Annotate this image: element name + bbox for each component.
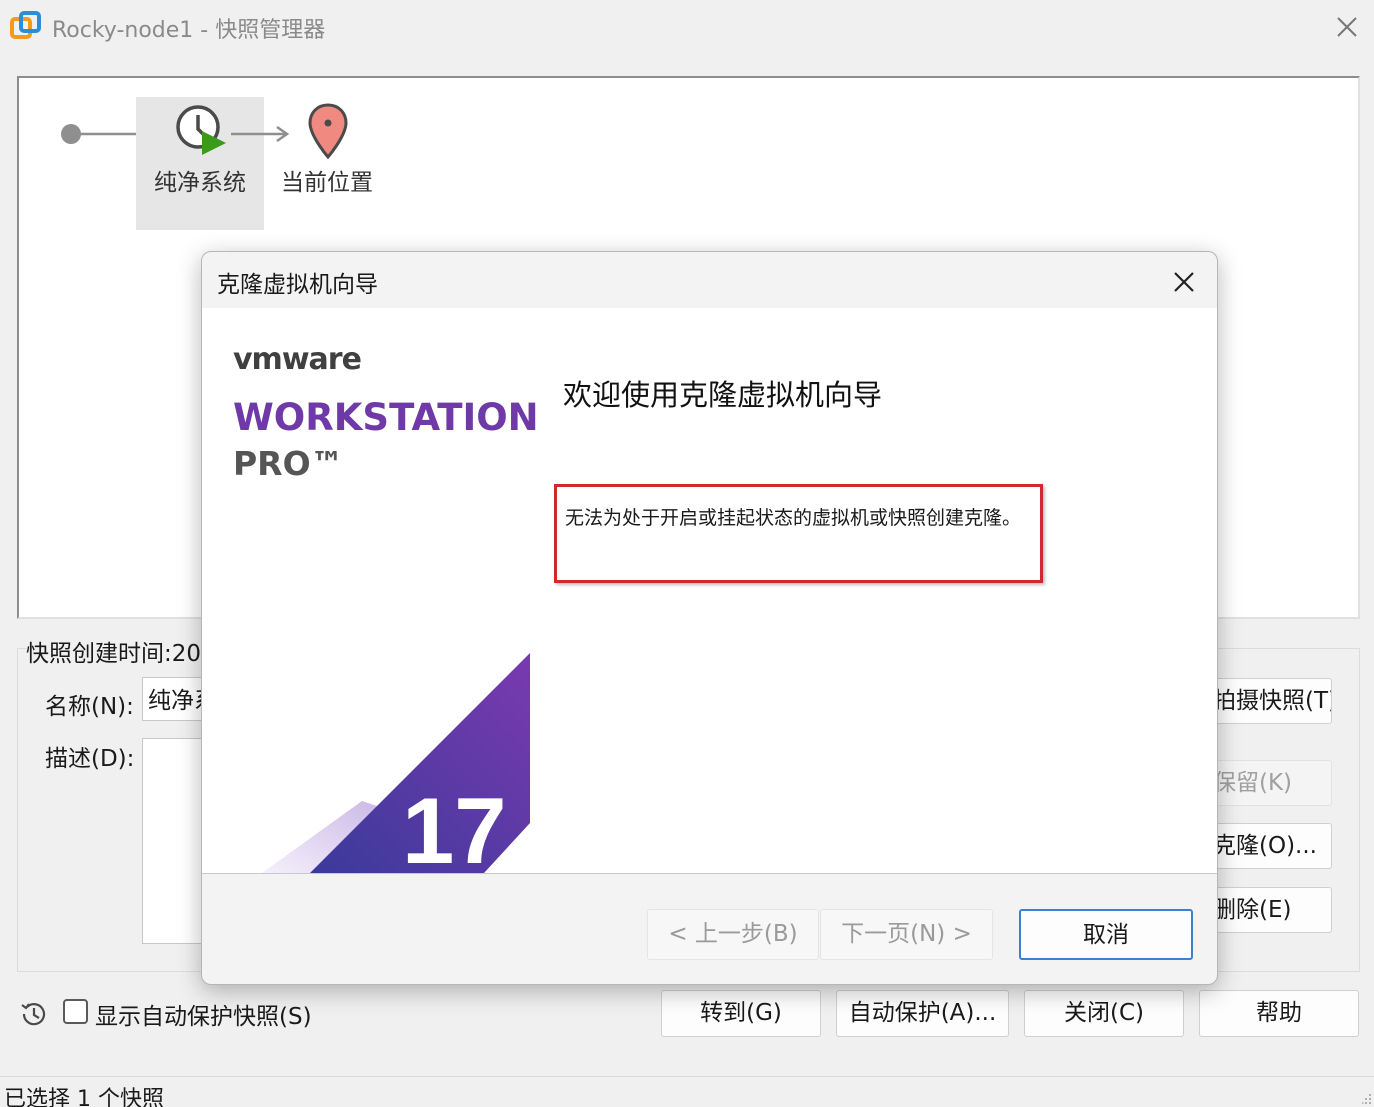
vmware-app-icon [10,11,41,39]
version-number: 17 [402,778,507,873]
status-bar [0,1076,1374,1107]
snapshot-clock-icon [176,105,226,155]
snapshot-node[interactable]: 纯净系统 [136,97,264,230]
snapshot-label: 纯净系统 [154,170,246,196]
current-position-label: 当前位置 [281,170,373,196]
arrow-icon [231,125,290,143]
show-auto-checkbox[interactable] [63,999,88,1024]
history-icon [21,1003,46,1026]
name-label: 名称(N): [45,694,134,720]
error-message-box: 无法为处于开启或挂起状态的虚拟机或快照创建克隆。 [554,484,1043,583]
description-label: 描述(D): [45,746,135,772]
next-button[interactable]: 下一页(N) > [820,909,993,960]
location-pin-icon [308,103,348,159]
dialog-divider [202,873,1217,874]
close-icon[interactable] [1168,266,1200,298]
cancel-button[interactable]: 取消 [1019,909,1193,960]
dialog-title: 克隆虚拟机向导 [217,272,378,298]
tree-root-dot [61,124,81,144]
product-name: WORKSTATION [233,396,539,439]
autoprotect-button[interactable]: 自动保护(A)... [836,990,1009,1037]
resize-grip-icon[interactable] [1362,1092,1372,1104]
close-button[interactable]: 关闭(C) [1024,990,1184,1037]
help-button[interactable]: 帮助 [1199,990,1359,1037]
brand-graphic: 17 [262,653,530,873]
clone-wizard-dialog: 克隆虚拟机向导 vmware WORKSTATION PRO™ 17 欢迎使用克… [201,251,1218,985]
welcome-heading: 欢迎使用克隆虚拟机向导 [563,378,883,412]
dialog-content: vmware WORKSTATION PRO™ 17 欢迎使用克隆虚拟机向导 无… [202,308,1217,873]
goto-button[interactable]: 转到(G) [661,990,821,1037]
vmware-logo: vmware [233,342,362,377]
snapshot-created-label: 快照创建时间:20 [26,634,204,668]
status-text: 已选择 1 个快照 [4,1087,164,1107]
error-message: 无法为处于开启或挂起状态的虚拟机或快照创建克隆。 [565,507,1022,529]
back-button[interactable]: < 上一步(B) [647,909,819,960]
close-icon[interactable] [1330,10,1364,44]
title-bar: Rocky-node1 - 快照管理器 [0,0,1374,54]
show-auto-label: 显示自动保护快照(S) [95,1004,312,1030]
product-edition: PRO™ [233,444,344,483]
window-title: Rocky-node1 - 快照管理器 [52,18,326,43]
